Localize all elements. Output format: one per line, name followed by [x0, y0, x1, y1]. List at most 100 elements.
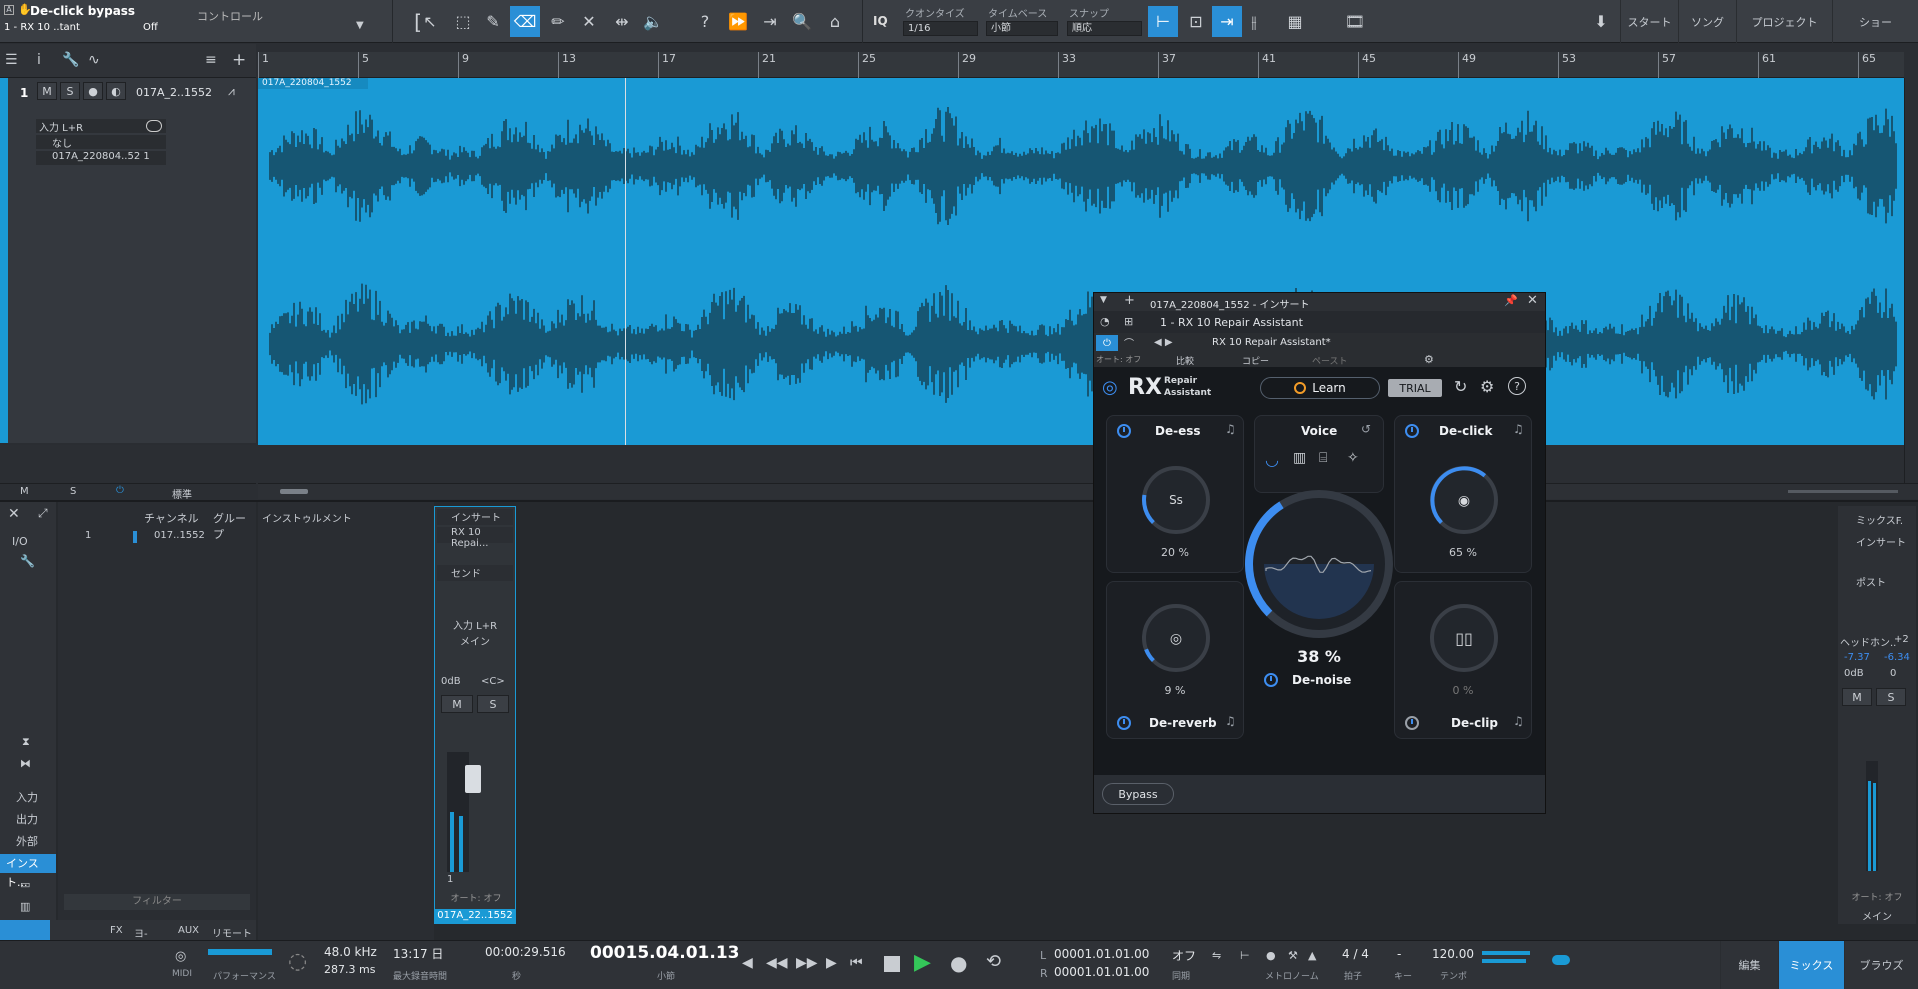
- pin-icon[interactable]: 📌: [1504, 294, 1518, 307]
- main-mute-button[interactable]: M: [1842, 688, 1872, 706]
- plugin-titlebar[interactable]: ▼ + 017A_220804_1552 - インサート 📌 ✕: [1094, 293, 1545, 311]
- track-mute-button[interactable]: M: [37, 82, 57, 100]
- bars-display[interactable]: 00015.04.01.13: [590, 943, 740, 963]
- loop-start[interactable]: 00001.01.01.00: [1054, 947, 1149, 961]
- record-button[interactable]: ●: [950, 951, 967, 975]
- close-icon[interactable]: ✕: [8, 506, 20, 522]
- metronome-icon[interactable]: ▲: [1308, 949, 1316, 962]
- learn-button[interactable]: Learn: [1260, 377, 1380, 399]
- main-volume[interactable]: 0dB: [1844, 668, 1864, 679]
- tempo-icon[interactable]: ⌂: [820, 6, 850, 37]
- footer-mode[interactable]: 標準: [172, 486, 192, 501]
- precount-icon[interactable]: ⊢: [1240, 949, 1250, 962]
- widen-icon[interactable]: ⧓: [20, 757, 31, 770]
- timebase-select[interactable]: 小節: [986, 21, 1058, 36]
- footer-mute[interactable]: M: [20, 486, 29, 497]
- main-top[interactable]: ミックスF.: [1856, 512, 1903, 527]
- voice-icon[interactable]: ◡: [1265, 450, 1279, 469]
- seconds-display[interactable]: 00:00:29.516: [485, 945, 566, 959]
- click-icon[interactable]: ●: [1266, 949, 1276, 962]
- zoom-slider[interactable]: [1788, 490, 1898, 493]
- channel-row[interactable]: 1 017..1552: [58, 529, 256, 545]
- voice-refresh-icon[interactable]: ↺: [1361, 422, 1371, 436]
- strip-pan[interactable]: <C>: [481, 676, 505, 687]
- strip-send-header[interactable]: センド: [437, 565, 513, 581]
- track-name[interactable]: 017A_2..1552: [136, 86, 212, 99]
- loop-button[interactable]: ⟲: [986, 951, 1001, 972]
- expand-icon[interactable]: ⤢: [38, 506, 48, 521]
- meter-view-icon[interactable]: ▥: [20, 900, 30, 913]
- footer-power-icon[interactable]: ⏻: [116, 485, 124, 496]
- copy-button[interactable]: コピー: [1242, 354, 1269, 367]
- paint-tool-icon[interactable]: ✏: [543, 6, 573, 37]
- iq-label[interactable]: IQ: [873, 14, 888, 28]
- sparkle-icon[interactable]: ✧: [1347, 450, 1359, 466]
- download-icon[interactable]: ⬇: [1586, 6, 1616, 37]
- next-marker-icon[interactable]: ▶: [826, 955, 837, 971]
- tab-menu-icon[interactable]: [0, 920, 50, 942]
- de-clip-listen-icon[interactable]: ♫: [1513, 714, 1524, 728]
- de-click-knob[interactable]: ◉: [1428, 464, 1500, 536]
- help-icon[interactable]: ?: [690, 6, 720, 37]
- waveform-icon[interactable]: ⩘: [228, 84, 235, 99]
- track-solo-button[interactable]: S: [60, 82, 80, 100]
- tab-aux[interactable]: AUX: [178, 925, 199, 936]
- control-dropdown-icon[interactable]: ▼: [356, 20, 364, 31]
- rx-gear-icon[interactable]: ⚙: [1480, 377, 1494, 396]
- wrench-small-icon[interactable]: 🔧: [20, 554, 35, 568]
- de-ess-power-icon[interactable]: [1117, 424, 1131, 438]
- wrench-icon[interactable]: 🔧: [62, 52, 79, 68]
- arrange-editor[interactable]: 017A_220804_1552: [258, 78, 1904, 445]
- tab-fx[interactable]: FX: [110, 925, 123, 936]
- sync-value[interactable]: オフ: [1172, 947, 1196, 964]
- strip-mute-button[interactable]: M: [441, 695, 473, 713]
- snap-left-icon[interactable]: ⊢: [1148, 6, 1178, 37]
- track-clip-select[interactable]: 017A_220804..52 1: [36, 151, 166, 165]
- plus-icon[interactable]: +: [1124, 293, 1135, 308]
- forward-tool-icon[interactable]: ⏩: [723, 6, 753, 37]
- listen-tool-icon[interactable]: 🔈: [638, 6, 668, 37]
- track-monitor-button[interactable]: ◐: [106, 82, 126, 100]
- zoom-icon[interactable]: 🔍: [787, 6, 817, 37]
- plugin-link-icon[interactable]: ⌒: [1124, 335, 1134, 350]
- de-ess-card[interactable]: De-ess ♫ Ss 20 %: [1106, 415, 1244, 573]
- eraser-tool-icon[interactable]: ⌫: [510, 6, 540, 37]
- main-pan[interactable]: 0: [1890, 668, 1896, 679]
- strip-insert-header[interactable]: インサート: [437, 509, 513, 525]
- strip-solo-button[interactable]: S: [477, 695, 509, 713]
- time-signature[interactable]: 4 / 4: [1342, 947, 1369, 961]
- scroll-thumb[interactable]: [280, 489, 308, 494]
- automation-curve-icon[interactable]: ∿: [88, 52, 100, 68]
- preset-name[interactable]: RX 10 Repair Assistant*: [1212, 337, 1331, 348]
- nav-start[interactable]: スタート: [1620, 0, 1678, 43]
- de-ess-knob[interactable]: Ss: [1140, 464, 1212, 536]
- main-solo-button[interactable]: S: [1876, 688, 1906, 706]
- tempo-value[interactable]: 120.00: [1432, 947, 1474, 961]
- main-insert[interactable]: インサート: [1856, 534, 1906, 549]
- de-click-card[interactable]: De-click ♫ ◉ 65 %: [1394, 415, 1532, 573]
- de-clip-power-icon[interactable]: [1405, 716, 1419, 730]
- io-label[interactable]: I/O: [12, 535, 28, 548]
- channel-header[interactable]: チャンネル: [144, 510, 199, 526]
- control-param-value[interactable]: Off: [143, 22, 158, 33]
- de-reverb-power-icon[interactable]: [1117, 716, 1131, 730]
- nav-project[interactable]: プロジェクト: [1736, 0, 1832, 43]
- de-reverb-card[interactable]: ◎ 9 % De-reverb ♫: [1106, 581, 1244, 739]
- main-post[interactable]: ポスト: [1856, 574, 1886, 589]
- de-noise-power-icon[interactable]: [1264, 673, 1278, 687]
- preset-nav-icon[interactable]: ◀ ▶: [1154, 337, 1173, 348]
- view-mix[interactable]: ミックス: [1778, 941, 1844, 989]
- plugin-slot[interactable]: 1 - RX 10 Repair Assistant: [1160, 316, 1303, 329]
- voice-card[interactable]: Voice ↺ ◡ ▥ ⌸ ✧: [1254, 415, 1384, 493]
- instrument-header[interactable]: インストゥルメント: [262, 510, 352, 525]
- trial-badge[interactable]: TRIAL: [1388, 379, 1442, 397]
- de-clip-knob[interactable]: ▯▯: [1428, 602, 1500, 674]
- key-value[interactable]: -: [1397, 947, 1401, 961]
- stop-button[interactable]: [884, 956, 900, 972]
- split-tool-icon[interactable]: ✎: [478, 6, 508, 37]
- info-icon[interactable]: i: [37, 52, 41, 68]
- plugin-power-icon[interactable]: ⏻: [1096, 335, 1118, 351]
- rewind-icon[interactable]: ◀◀: [766, 955, 788, 971]
- strip-name[interactable]: 017A_22..1552: [435, 909, 515, 923]
- view-browse[interactable]: ブラウズ: [1844, 941, 1918, 989]
